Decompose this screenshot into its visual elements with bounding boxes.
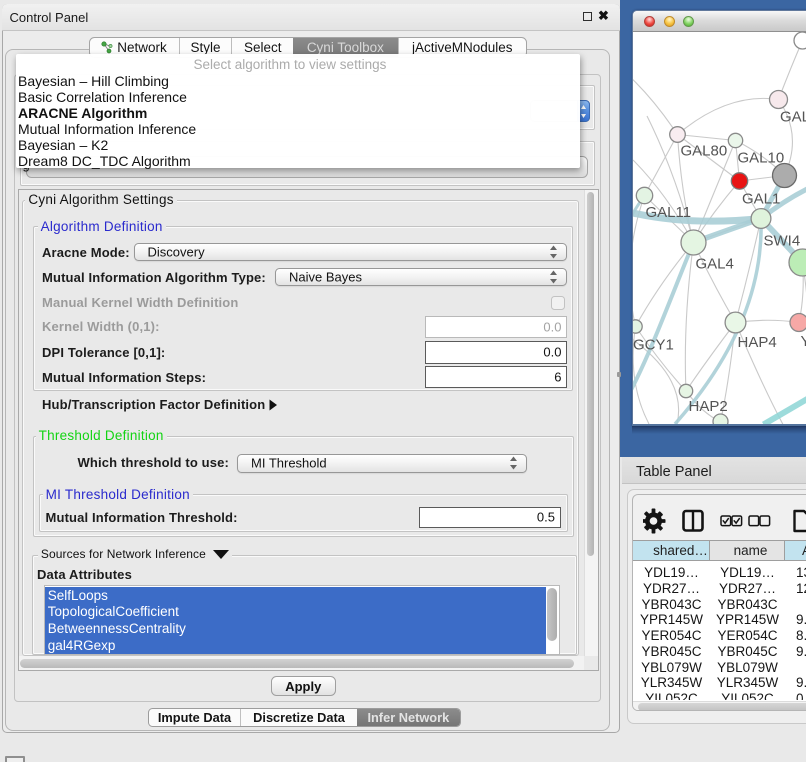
- svg-text:GAL4: GAL4: [695, 255, 733, 272]
- svg-text:GAL2: GAL2: [780, 108, 806, 125]
- svg-text:GAL11: GAL11: [645, 204, 691, 221]
- svg-text:GAL80: GAL80: [680, 142, 727, 159]
- svg-text:HAP4: HAP4: [737, 334, 776, 351]
- svg-text:SWI4: SWI4: [763, 232, 800, 249]
- svg-text:GAL10: GAL10: [737, 149, 784, 166]
- svg-text:GAL1: GAL1: [742, 190, 780, 207]
- svg-text:HAP2: HAP2: [688, 398, 727, 415]
- svg-text:GCY1: GCY1: [633, 336, 674, 353]
- svg-text:Y: Y: [800, 333, 806, 350]
